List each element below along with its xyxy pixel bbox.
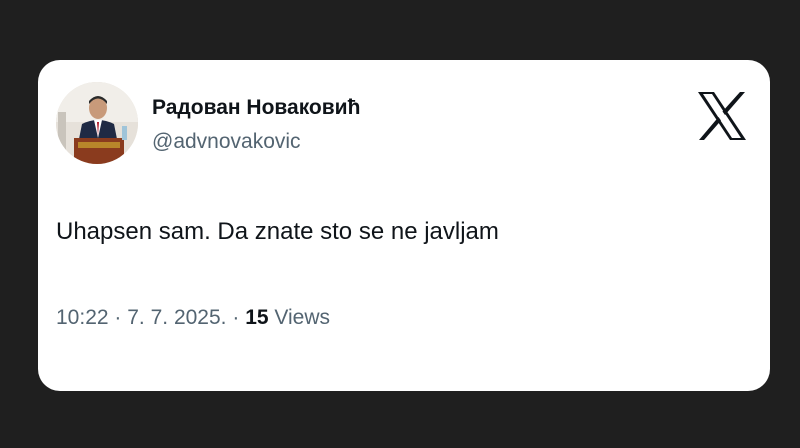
- meta-separator: ·: [114, 306, 122, 329]
- tweet-meta: 10:22 · 7. 7. 2025. · 15 Views: [56, 306, 330, 330]
- author-handle[interactable]: @advnovakovic: [152, 130, 301, 154]
- author-display-name[interactable]: Радован Новаковић: [152, 96, 360, 120]
- tweet-card: Радован Новаковић @advnovakovic Uhapsen …: [38, 60, 770, 391]
- avatar-photo: [56, 82, 138, 164]
- tweet-text: Uhapsen sam. Da znate sto se ne javljam: [56, 218, 499, 245]
- views-count[interactable]: 15: [245, 306, 268, 329]
- tweet-date[interactable]: 7. 7. 2025.: [127, 306, 226, 329]
- x-logo-icon[interactable]: [694, 88, 750, 144]
- avatar[interactable]: [56, 82, 138, 164]
- meta-separator: ·: [232, 306, 240, 329]
- tweet-time[interactable]: 10:22: [56, 306, 109, 329]
- views-label: Views: [274, 306, 331, 329]
